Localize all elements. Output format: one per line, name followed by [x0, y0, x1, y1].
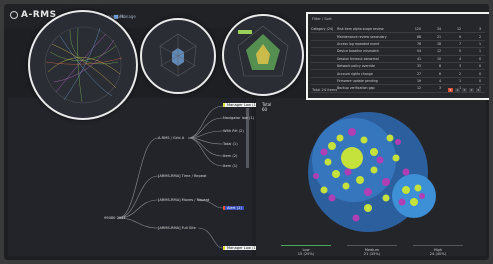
radar-large	[237, 25, 289, 77]
tree-leaf[interactable]: Manager Low (1)	[223, 103, 260, 107]
status-bar	[347, 244, 397, 246]
status-bar	[413, 244, 463, 246]
tree-panel: 99080 2017 A-RMS / Grid A [ARMS-RMA] Tim…	[8, 98, 260, 256]
table-row[interactable]: Firmware update pending 19 4 1 0	[311, 78, 485, 86]
tree-leaf[interactable]: Item (2)	[223, 154, 237, 158]
tree-leaf[interactable]: With RH (2)	[223, 129, 244, 133]
tree-group[interactable]: [ARMS-RMA] Time / Repeat	[158, 174, 207, 178]
table-row[interactable]: Device baseline mismatch 54 12 5 1	[311, 48, 485, 56]
table-row[interactable]: Access log repeated event 76 18 7 1	[311, 41, 485, 49]
table-row[interactable]: Account rights change 27 6 2 0	[311, 70, 485, 78]
tree-leaf[interactable]: Alert (2)	[223, 206, 244, 210]
tree-leaf[interactable]: Total (1)	[223, 142, 238, 146]
pagination: 1 2 3 4 5	[448, 88, 481, 92]
tab-label: Manage	[120, 14, 136, 19]
network-graph	[44, 26, 123, 104]
table-row[interactable]: Session timeout abnormal 41 10 4 0	[311, 56, 485, 63]
status-bar	[281, 244, 331, 246]
tab-dot-icon	[114, 15, 118, 19]
table-row[interactable]: Maintenance review secondary 88 21 9 2	[311, 33, 485, 41]
bubble-panel: Total 60 Low 15 (25%) Medium 21 (35%) Hi…	[256, 98, 486, 256]
tree-root[interactable]: 99080 2017	[104, 216, 126, 220]
app-logo: A-RMS	[10, 10, 57, 20]
detail-table-overlay: Filter / Sort Category (24) Risk item alp…	[306, 12, 489, 100]
table-row[interactable]: Network policy override 33 8 3 0	[311, 63, 485, 71]
tree-links	[117, 105, 249, 249]
status-low[interactable]: Low 15 (25%)	[276, 244, 336, 256]
page-button[interactable]: 2	[455, 88, 460, 92]
table-row[interactable]: Category (24) Risk item alpha scope revie…	[311, 26, 485, 34]
tree-group[interactable]: [ARMS-RMA] Moves / Repeat	[158, 198, 209, 202]
tree-group[interactable]: A-RMS / Grid A	[158, 136, 184, 140]
page-button[interactable]: 5	[476, 88, 481, 92]
tab-manage[interactable]: Manage	[114, 14, 136, 19]
logo-icon	[10, 11, 18, 19]
tree-leaf[interactable]: Item (1)	[223, 164, 237, 168]
zoom-radar-small	[140, 18, 216, 94]
status-medium[interactable]: Medium 21 (35%)	[342, 244, 402, 256]
zoom-radar-large	[222, 14, 304, 96]
row-category: Category (24)	[311, 27, 334, 32]
zoom-network-graph	[28, 10, 138, 120]
bubble-chart[interactable]	[256, 98, 486, 256]
detail-table: Category (24) Risk item alpha scope revie…	[311, 26, 485, 93]
page-button[interactable]: 1	[448, 88, 453, 92]
tree-leaf[interactable]: Manager Low (1)	[223, 246, 260, 250]
tree-group[interactable]: [ARMS-RMA] Full Site	[158, 226, 196, 230]
status-high[interactable]: High 24 (40%)	[408, 244, 468, 256]
monitor-screen: A-RMS Inspections Manage 99080 201	[4, 4, 489, 260]
overlay-header[interactable]: Filter / Sort	[312, 17, 332, 21]
radar-small	[159, 33, 197, 77]
table-footer: Total 24 items	[312, 88, 338, 92]
page-button[interactable]: 3	[462, 88, 467, 92]
tree-leaf[interactable]: Navigator low (1)	[223, 116, 254, 120]
page-button[interactable]: 4	[469, 88, 474, 92]
